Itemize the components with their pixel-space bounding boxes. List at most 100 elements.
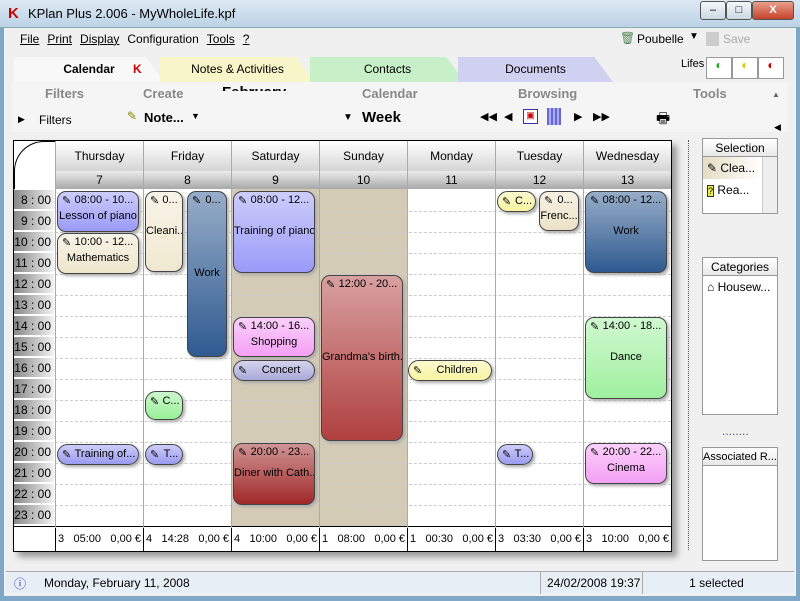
event-grandma-s-birth[interactable]: 12:00 - 20... Grandma's birth...	[321, 275, 403, 441]
day-number[interactable]: 9	[231, 171, 319, 189]
event-title: Work	[613, 225, 639, 237]
event-title: C...	[146, 395, 182, 408]
today-icon[interactable]: ▣	[523, 109, 538, 124]
note-dropdown-icon[interactable]: ▼	[191, 111, 200, 121]
event-frenc[interactable]: 0... Frenc...	[539, 191, 579, 231]
day-header-thursday[interactable]: Thursday	[55, 141, 143, 171]
day-number[interactable]: 12	[495, 171, 583, 189]
view-select[interactable]: Week	[362, 109, 401, 126]
tab-contacts[interactable]: Contacts	[310, 57, 465, 82]
event-c[interactable]: C...	[145, 391, 183, 420]
close-button[interactable]: X	[752, 1, 794, 20]
month-view-icon[interactable]	[547, 108, 561, 125]
last-icon[interactable]: ▶▶	[593, 110, 610, 123]
day-number[interactable]: 10	[319, 171, 407, 189]
trash-dropdown-icon[interactable]: ▼	[689, 31, 699, 42]
event-time: 12:00 - 20...	[322, 276, 402, 291]
event-time: 08:00 - 12...	[234, 192, 314, 207]
day-header-wednesday[interactable]: Wednesday	[583, 141, 671, 171]
save-button[interactable]: Save	[723, 32, 750, 46]
event-c[interactable]: C...	[497, 191, 536, 212]
print-icon[interactable]: 🖶	[656, 108, 670, 133]
selection-title: Selection	[703, 139, 777, 157]
hour-line	[55, 442, 671, 443]
event-work[interactable]: 08:00 - 12... Work	[585, 191, 667, 273]
menu-display[interactable]: Display	[80, 32, 119, 48]
expand-right-icon[interactable]: ▶	[18, 114, 25, 125]
selection-item-label: Clea...	[720, 161, 756, 175]
event-training-of[interactable]: Training of...	[57, 444, 139, 465]
life-yellow-icon[interactable]: ◐	[732, 57, 758, 79]
first-icon[interactable]: ◀◀	[480, 110, 497, 123]
summary-cost: 0,00 €	[198, 533, 229, 545]
hour-label: 10 : 00	[14, 232, 54, 252]
pin-icon: ✎	[127, 109, 138, 123]
day-header-sunday[interactable]: Sunday	[319, 141, 407, 171]
day-header-friday[interactable]: Friday	[143, 141, 231, 171]
life-red-icon[interactable]: ◐	[758, 57, 784, 79]
new-note-button[interactable]: Note...	[144, 110, 184, 125]
maximize-button[interactable]: □	[726, 1, 752, 20]
menu-print[interactable]: Print	[47, 32, 72, 48]
life-green-icon[interactable]: ◐	[706, 57, 732, 79]
window-title: KPlan Plus 2.006 - MyWholeLife.kpf	[28, 6, 236, 21]
day-header-tuesday[interactable]: Tuesday	[495, 141, 583, 171]
hour-label: 17 : 00	[14, 379, 54, 399]
next-icon[interactable]: ▶	[574, 110, 582, 123]
event-title: Training of...	[58, 448, 138, 461]
selection-scrollbar[interactable]	[762, 157, 777, 213]
event-cinema[interactable]: 20:00 - 22... Cinema	[585, 443, 667, 484]
help-icon[interactable]: ⓘ	[14, 575, 26, 592]
menu-tools[interactable]: Tools	[207, 32, 235, 48]
view-dropdown-icon[interactable]: ▼	[343, 112, 353, 123]
event-training-of-piano[interactable]: 08:00 - 12... Training of piano	[233, 191, 315, 273]
day-summary: 3 03:30 0,00 €	[495, 528, 583, 551]
event-work[interactable]: 0... Work	[187, 191, 227, 357]
trash-button[interactable]: Poubelle	[637, 32, 684, 46]
splitter[interactable]	[688, 140, 689, 550]
day-summary: 3 10:00 0,00 €	[583, 528, 671, 551]
menu-configuration[interactable]: Configuration	[127, 32, 198, 48]
status-bar: ⓘ Monday, February 11, 2008 24/02/2008 1…	[6, 571, 794, 594]
event-mathematics[interactable]: 10:00 - 12... Mathematics	[57, 233, 139, 274]
event-concert[interactable]: Concert	[233, 360, 315, 381]
menu-help[interactable]: ?	[243, 32, 250, 48]
event-lesson-of-piano[interactable]: 08:00 - 10... Lesson of piano	[57, 191, 139, 232]
filters-toggle[interactable]: Filters	[39, 113, 72, 127]
hour-label: 22 : 00	[14, 484, 54, 504]
event-t[interactable]: T...	[145, 444, 183, 465]
event-t[interactable]: T...	[497, 444, 533, 465]
day-number[interactable]: 7	[55, 171, 143, 189]
panel-resize-handle[interactable]: ........	[722, 424, 749, 438]
day-summary: 1 00:30 0,00 €	[407, 528, 495, 551]
prev-icon[interactable]: ◀	[504, 110, 512, 123]
collapse-up-icon[interactable]: ▲	[772, 90, 780, 99]
day-header-monday[interactable]: Monday	[407, 141, 495, 171]
tab-documents[interactable]: Documents	[458, 57, 613, 82]
day-header-saturday[interactable]: Saturday	[231, 141, 319, 171]
collapse-left-icon[interactable]: ◀	[774, 122, 781, 133]
tab-notes-activities[interactable]: Notes & Activities	[160, 57, 315, 82]
event-cleani[interactable]: 0... Cleani...	[145, 191, 183, 272]
minimize-button[interactable]: –	[700, 1, 726, 20]
day-summary: 3 05:00 0,00 €	[55, 528, 143, 551]
event-shopping[interactable]: 14:00 - 16... Shopping	[233, 317, 315, 357]
selection-item[interactable]: ✎ Clea...	[703, 157, 761, 179]
summary-cost: 0,00 €	[110, 533, 141, 545]
summary-count: 3	[498, 533, 505, 545]
menu-file[interactable]: File	[20, 32, 39, 48]
day-number[interactable]: 8	[143, 171, 231, 189]
event-diner-with-cath[interactable]: 20:00 - 23... Diner with Cath...	[233, 443, 315, 505]
day-number[interactable]: 13	[583, 171, 671, 189]
category-label: Housew...	[717, 280, 771, 294]
day-divider	[319, 141, 320, 551]
day-number[interactable]: 11	[407, 171, 495, 189]
event-time: 0...	[146, 192, 182, 207]
menu-bar: File Print Display Configuration Tools ?	[20, 32, 249, 48]
event-children[interactable]: Children	[408, 360, 492, 381]
event-dance[interactable]: 14:00 - 18... Dance	[585, 317, 667, 399]
summary-cost: 0,00 €	[550, 533, 581, 545]
event-time: 0...	[540, 192, 578, 207]
summary-duration: 10:00	[249, 533, 278, 545]
category-item[interactable]: ⌂ Housew...	[703, 276, 777, 298]
